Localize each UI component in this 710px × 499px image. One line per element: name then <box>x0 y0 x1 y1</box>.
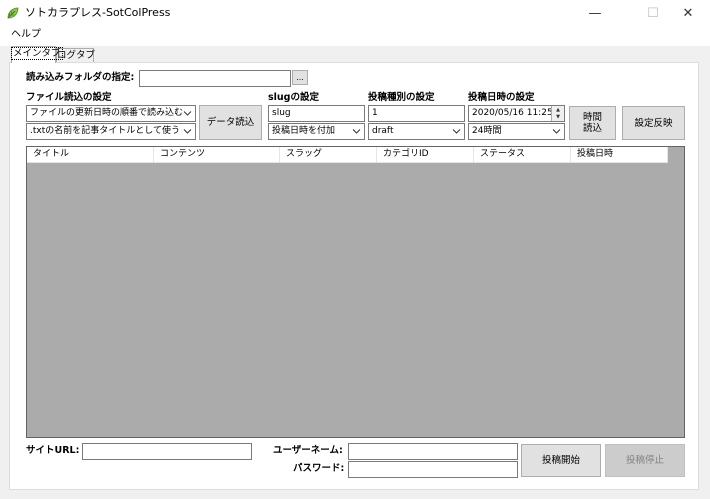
username-input[interactable] <box>348 443 518 460</box>
column-header-category-id[interactable]: カテゴリID <box>377 147 474 163</box>
chevron-down-icon <box>352 129 361 134</box>
load-time-button[interactable]: 時間 読込 <box>569 106 616 140</box>
username-label: ユーザーネーム: <box>273 445 343 456</box>
chevron-down-icon <box>183 129 192 134</box>
file-read-label: ファイル読込の設定 <box>26 92 112 103</box>
apply-settings-button[interactable]: 設定反映 <box>622 106 685 140</box>
posts-grid[interactable]: タイトル コンテンツ スラッグ カテゴリID ステータス 投稿日時 <box>26 146 685 438</box>
folder-label: 読み込みフォルダの指定: <box>26 72 135 83</box>
close-button[interactable]: ✕ <box>665 0 710 26</box>
column-header-post-date[interactable]: 投稿日時 <box>571 147 668 163</box>
site-url-input[interactable] <box>82 443 252 460</box>
menu-bar <box>0 26 710 46</box>
spin-down-icon[interactable]: ▼ <box>552 113 564 120</box>
chevron-down-icon <box>552 129 561 134</box>
window-title: ソトカラプレス-SotColPress <box>25 6 171 19</box>
post-datetime-label: 投稿日時の設定 <box>468 92 535 103</box>
post-status-value: draft <box>372 126 394 136</box>
slug-mode-value: 投稿日時を付加 <box>272 126 336 136</box>
start-posting-button[interactable]: 投稿開始 <box>521 444 601 477</box>
minimize-button[interactable]: — <box>572 0 618 26</box>
post-interval-select[interactable]: 24時間 <box>468 123 565 140</box>
read-order-select[interactable]: ファイルの更新日時の順番で読み込む <box>26 105 196 122</box>
stop-posting-button[interactable]: 投稿停止 <box>605 444 685 477</box>
post-interval-value: 24時間 <box>472 126 502 136</box>
column-header-slug[interactable]: スラッグ <box>280 147 377 163</box>
password-label: パスワード: <box>293 463 345 474</box>
slug-label: slugの設定 <box>268 92 319 103</box>
leaf-app-icon <box>6 6 20 20</box>
site-url-label: サイトURL: <box>26 445 80 456</box>
menu-item-help[interactable]: ヘルプ <box>10 27 42 43</box>
post-status-select[interactable]: draft <box>368 123 465 140</box>
grid-header: タイトル コンテンツ スラッグ カテゴリID ステータス 投稿日時 <box>27 147 668 163</box>
load-data-button[interactable]: データ読込 <box>199 105 262 140</box>
datetime-spinner[interactable]: ▲ ▼ <box>551 106 564 121</box>
tab-main-label: メインタブ <box>11 47 63 60</box>
chevron-down-icon <box>183 111 192 116</box>
folder-path-input[interactable] <box>139 70 291 87</box>
chevron-down-icon <box>452 129 461 134</box>
column-header-content[interactable]: コンテンツ <box>154 147 280 163</box>
post-type-input[interactable]: 1 <box>368 105 465 122</box>
column-header-title[interactable]: タイトル <box>27 147 154 163</box>
post-type-label: 投稿種別の設定 <box>368 92 435 103</box>
load-time-label-line1: 時間 <box>582 112 602 123</box>
spin-up-icon[interactable]: ▲ <box>552 106 564 113</box>
password-input[interactable] <box>348 461 518 478</box>
title-source-value: .txtの名前を記事タイトルとして使う <box>30 126 180 136</box>
slug-mode-select[interactable]: 投稿日時を付加 <box>268 123 365 140</box>
tab-log-label: ログタブ <box>57 50 96 61</box>
tab-main[interactable]: メインタブ <box>11 46 63 63</box>
load-time-label-line2: 読込 <box>582 123 602 134</box>
column-header-status[interactable]: ステータス <box>474 147 571 163</box>
read-order-value: ファイルの更新日時の順番で読み込む <box>30 108 184 118</box>
slug-input[interactable]: slug <box>268 105 365 122</box>
browse-folder-button[interactable]: ... <box>292 70 308 85</box>
title-source-select[interactable]: .txtの名前を記事タイトルとして使う <box>26 123 196 140</box>
